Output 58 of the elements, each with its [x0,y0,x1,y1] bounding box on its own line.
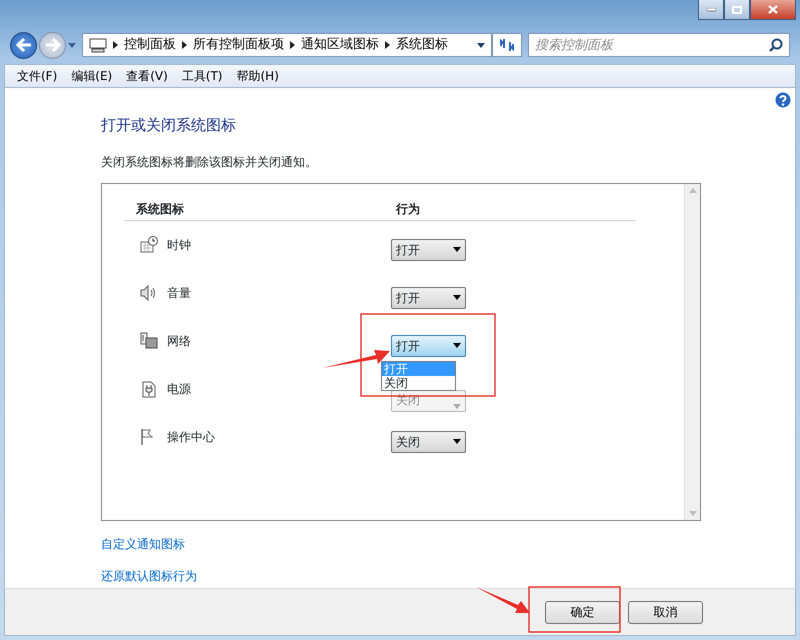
dropdown-icon[interactable] [477,42,485,48]
behavior-dropdown[interactable]: 关闭 [391,430,466,452]
dropdown-arrow-icon [453,439,461,444]
menu-item[interactable]: 工具(T) [176,65,228,87]
breadcrumb-arrow-icon [113,41,118,49]
minimize-icon [706,8,716,12]
behavior-dropdown[interactable]: 打开 [391,286,466,308]
history-dropdown-icon[interactable] [68,42,76,48]
maximize-button[interactable] [724,0,750,20]
dropdown-arrow-icon [453,404,461,408]
dialog-button[interactable]: 确定 [545,600,620,624]
clock-icon [140,236,158,254]
minimize-button[interactable] [698,0,724,20]
back-button[interactable] [10,32,37,58]
dialog-button[interactable]: 取消 [628,600,703,624]
behavior-dropdown[interactable]: 打开 [391,238,466,260]
address-bar[interactable]: 控制面板 所有控制面板项 通知区域图标 系统图标 [82,33,492,57]
search-field[interactable]: 搜索控制面板 [528,33,790,57]
refresh-button[interactable] [492,33,522,57]
page-heading: 打开或关闭系统图标 [101,115,237,136]
plug-icon [140,380,158,398]
row-label: 电源 [167,380,192,398]
row-label: 音量 [167,284,192,302]
breadcrumb-arrow-icon [290,41,295,49]
breadcrumb-item[interactable]: 系统图标 [396,35,448,55]
back-arrow-icon [16,38,32,52]
network-icon [140,332,158,350]
menu-item[interactable]: 编辑(E) [65,65,118,87]
breadcrumb-item[interactable]: 所有控制面板项 [193,35,284,55]
maximize-icon [732,6,742,14]
link[interactable]: 还原默认图标行为 [101,566,197,584]
dropdown-arrow-icon [453,247,461,252]
forward-arrow-icon [44,38,60,52]
menu-item[interactable]: 文件(F) [11,65,64,87]
breadcrumb-arrow-icon [385,41,390,49]
breadcrumb-item[interactable]: 通知区域图标 [301,35,379,55]
menu-item[interactable]: 查看(V) [120,65,174,87]
column-header: 行为 [396,200,420,218]
behavior-dropdown[interactable]: 打开 [391,334,466,356]
dropdown-arrow-icon [453,295,461,300]
computer-icon [89,38,107,52]
close-button[interactable] [750,0,796,20]
dropdown-option[interactable]: 关闭 [382,376,455,390]
row-label: 操作中心 [167,428,216,446]
close-icon [768,5,778,14]
search-icon[interactable] [769,38,783,52]
dropdown-arrow-icon [453,343,461,348]
breadcrumb-item[interactable]: 控制面板 [124,35,176,55]
refresh-arrows-icon [499,38,515,52]
speaker-icon [140,284,158,302]
menu-item[interactable]: 帮助(H) [230,65,285,87]
description-text: 关闭系统图标将删除该图标并关闭通知。 [101,154,318,170]
breadcrumb-arrow-icon [182,41,187,49]
column-header: 系统图标 [136,200,185,218]
link[interactable]: 自定义通知图标 [101,534,185,552]
row-label: 时钟 [167,236,192,254]
help-icon[interactable] [775,92,791,108]
row-label: 网络 [167,332,192,350]
